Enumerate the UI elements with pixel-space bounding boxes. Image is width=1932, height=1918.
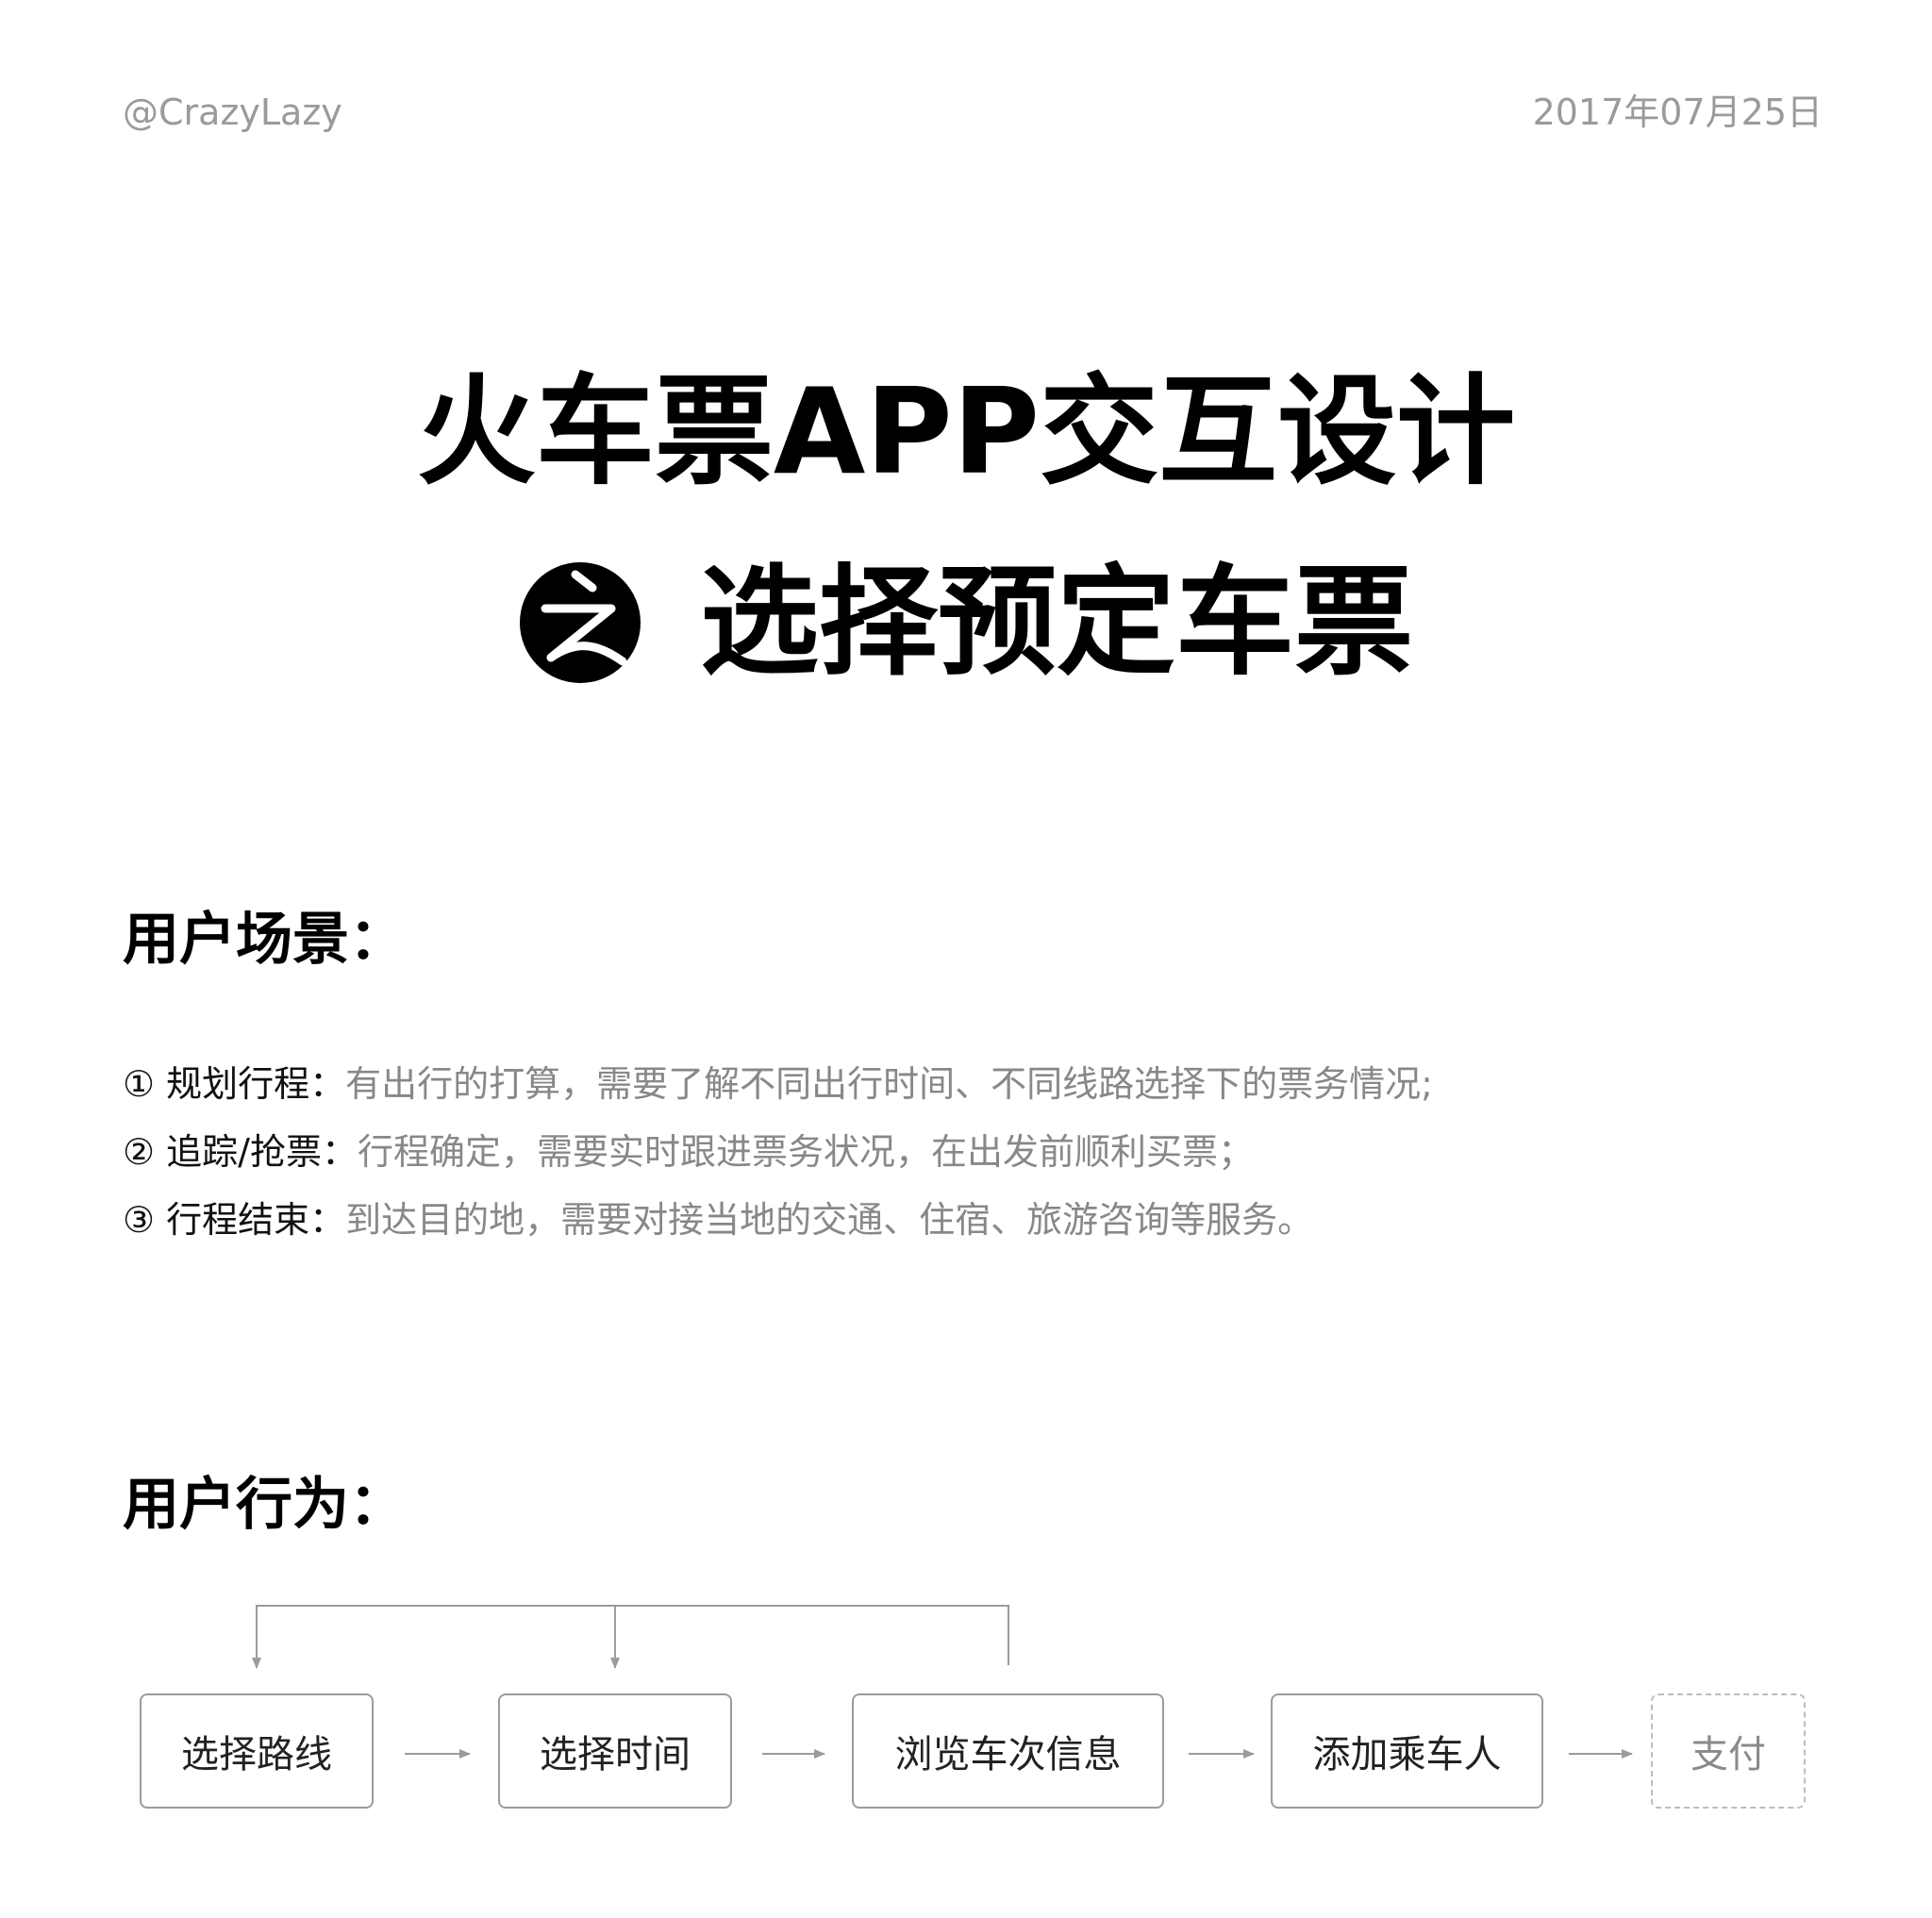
step-select-route: 选择路线 bbox=[140, 1693, 374, 1809]
step-add-passenger: 添加乘车人 bbox=[1271, 1693, 1543, 1809]
step-payment: 支付 bbox=[1651, 1693, 1806, 1809]
step-select-time: 选择时间 bbox=[498, 1693, 732, 1809]
step-browse-trains: 浏览车次信息 bbox=[852, 1693, 1164, 1809]
flow-connectors bbox=[252, 1605, 1633, 1759]
loop-back-line bbox=[252, 1605, 1009, 1669]
